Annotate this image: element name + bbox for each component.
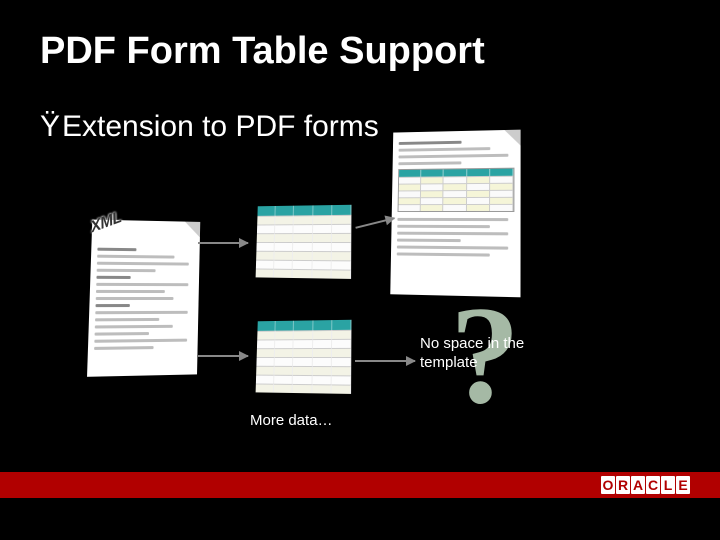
no-space-caption: No space in the template	[420, 335, 550, 373]
logo-letter: O	[601, 476, 615, 494]
slide: PDF Form Table Support ŸExtension to PDF…	[0, 0, 720, 540]
footer-stripe: O R A C L E	[0, 472, 720, 498]
bullet-text: Extension to PDF forms	[62, 110, 379, 143]
logo-letter: L	[661, 476, 675, 494]
table-card-1	[256, 205, 352, 279]
logo-letter: E	[676, 476, 690, 494]
logo-letter: A	[631, 476, 645, 494]
xml-document	[87, 220, 200, 377]
diagram-area: XML	[70, 150, 630, 460]
embedded-table	[398, 168, 515, 212]
table-card-2	[256, 320, 352, 394]
slide-title: PDF Form Table Support	[40, 30, 485, 73]
bullet-line: ŸExtension to PDF forms	[40, 110, 379, 144]
form-document	[390, 130, 520, 298]
logo-letter: C	[646, 476, 660, 494]
arrow-icon	[355, 217, 394, 229]
arrow-icon	[355, 360, 415, 362]
oracle-logo: O R A C L E	[601, 475, 690, 495]
arrow-icon	[198, 242, 248, 244]
page-fold-icon	[185, 222, 201, 238]
arrow-icon	[198, 355, 248, 357]
footer: O R A C L E	[0, 472, 720, 540]
more-data-caption: More data…	[250, 412, 333, 431]
logo-letter: R	[616, 476, 630, 494]
bullet-mark: Ÿ	[40, 110, 60, 144]
